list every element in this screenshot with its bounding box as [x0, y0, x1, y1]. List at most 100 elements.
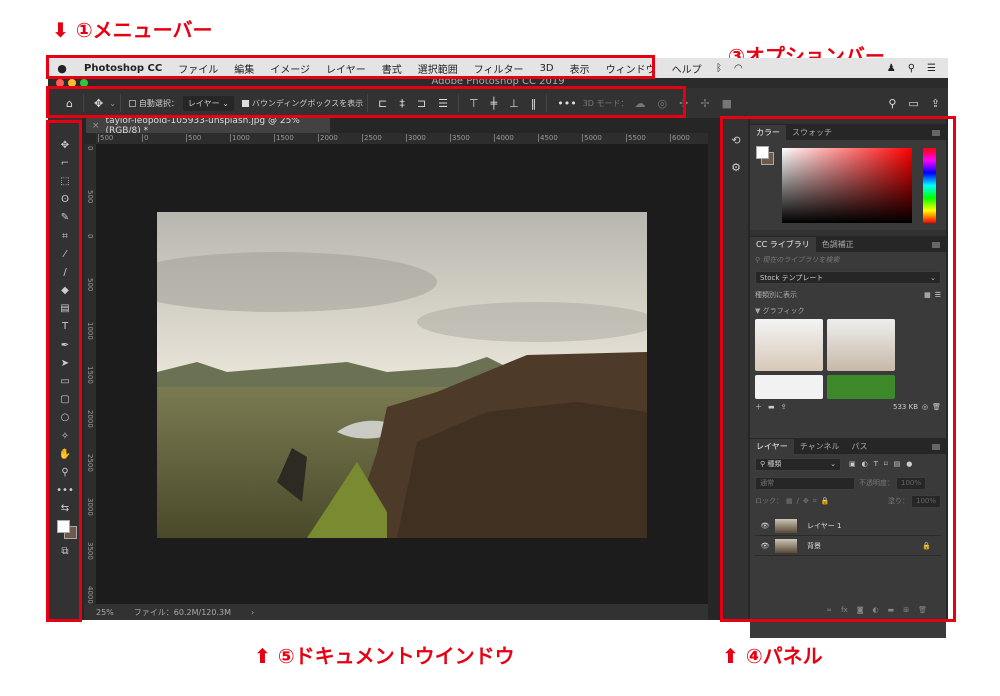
eye-icon[interactable]: 👁 — [755, 522, 775, 530]
align-right-icon[interactable]: ⊐ — [417, 97, 426, 110]
panel-menu-icon[interactable] — [932, 242, 940, 248]
bounding-box-checkbox[interactable] — [241, 99, 249, 107]
rounded-rect-tool-icon[interactable]: ▢ — [48, 391, 82, 409]
menu-image[interactable]: イメージ — [262, 61, 318, 76]
link-icon[interactable]: ∞ — [826, 606, 832, 614]
workspace-icon[interactable]: ▭ — [908, 97, 918, 110]
marquee-tool-icon[interactable]: ⬚ — [48, 172, 82, 190]
3d-pan-icon[interactable]: ✣ — [679, 97, 688, 110]
horizontal-ruler[interactable]: 500 0 500 1000 1500 2000 2500 3000 3500 4000 4500 5… — [96, 133, 708, 144]
3d-orbit-icon[interactable]: ☁ — [635, 97, 646, 110]
file-info[interactable]: ファイル：60.2M/120.3M — [134, 607, 231, 618]
align-vcenter-icon[interactable]: ╪ — [491, 97, 498, 110]
grid-view-icon[interactable]: ▦ — [924, 291, 931, 299]
user-icon[interactable]: ♟ — [887, 63, 896, 74]
distribute-h-icon[interactable]: ‖ — [531, 97, 537, 110]
pen-tool-icon[interactable]: ✒ — [48, 336, 82, 354]
eraser-tool-icon[interactable]: ◆ — [48, 282, 82, 300]
view-by-dropdown[interactable]: 種類別に表示 — [755, 290, 797, 300]
properties-icon[interactable]: ⚙ — [724, 161, 748, 174]
crop-tool-icon[interactable]: ⌗ — [48, 227, 82, 245]
menu-type[interactable]: 書式 — [374, 61, 410, 76]
tab-color[interactable]: カラー — [750, 125, 786, 140]
filter-pixel-icon[interactable]: ▣ — [849, 460, 856, 468]
chevron-right-icon[interactable]: › — [251, 608, 254, 617]
rectangle-tool-icon[interactable]: ▭ — [48, 372, 82, 390]
tab-paths[interactable]: パス — [846, 439, 874, 454]
bluetooth-icon[interactable]: ᛒ — [716, 63, 722, 74]
home-icon[interactable]: ⌂ — [66, 97, 73, 110]
eye-icon[interactable]: 👁 — [755, 542, 775, 550]
tab-swatches[interactable]: スウォッチ — [786, 125, 838, 140]
vertical-ruler[interactable]: 0 500 0 500 1000 1500 2000 2500 3000 3500 4000 — [84, 144, 96, 604]
library-thumbnail[interactable] — [755, 319, 823, 371]
menu-app[interactable]: Photoshop CC — [76, 63, 170, 74]
more-options-button[interactable]: ••• — [557, 97, 576, 110]
chevron-down-icon[interactable]: ⌄ — [109, 99, 116, 108]
tab-channels[interactable]: チャンネル — [794, 439, 846, 454]
group-icon[interactable]: ▬ — [888, 606, 895, 614]
hand-tool-icon[interactable]: ✋ — [48, 445, 82, 463]
lock-artboard-icon[interactable]: ⌗ — [813, 497, 817, 506]
layer-row[interactable]: 👁 背景 🔒 — [755, 536, 941, 556]
custom-shape-tool-icon[interactable]: ✧ — [48, 427, 82, 445]
panel-menu-icon[interactable] — [932, 444, 940, 450]
blend-mode-select[interactable]: 通常 — [755, 476, 855, 490]
type-tool-icon[interactable]: T — [48, 318, 82, 336]
apple-icon[interactable]: ● — [48, 62, 76, 75]
3d-slide-icon[interactable]: ✢ — [700, 97, 709, 110]
zoom-level[interactable]: 25% — [96, 608, 114, 617]
ellipse-tool-icon[interactable]: ○ — [48, 409, 82, 427]
list-view-icon[interactable]: ☰ — [935, 291, 941, 299]
share-icon[interactable]: ⇪ — [931, 97, 940, 110]
graphics-section[interactable]: ▼ グラフィック — [750, 303, 946, 319]
distribute-icon[interactable]: ☰ — [438, 97, 448, 110]
align-left-icon[interactable]: ⊏ — [378, 97, 387, 110]
history-icon[interactable]: ⟲ — [724, 134, 748, 147]
quick-select-tool-icon[interactable]: ✎ — [48, 209, 82, 227]
lock-position-icon[interactable]: ✥ — [803, 497, 809, 505]
filter-toggle[interactable]: ● — [906, 460, 912, 468]
document-image[interactable] — [157, 212, 647, 538]
lock-all-icon[interactable]: 🔒 — [821, 497, 830, 505]
tab-adjustments[interactable]: 色調補正 — [816, 237, 860, 252]
filter-adjustment-icon[interactable]: ◐ — [862, 460, 868, 468]
foreground-color-swatch[interactable] — [57, 519, 70, 533]
artboard-tool-icon[interactable]: ⌐ — [48, 154, 82, 172]
color-swatches[interactable] — [48, 518, 82, 542]
trash-icon[interactable]: 🗑 — [932, 403, 941, 411]
mask-icon[interactable]: ◙ — [857, 606, 864, 614]
more-tools-icon[interactable]: ••• — [48, 482, 82, 500]
hue-slider[interactable] — [923, 148, 936, 223]
new-layer-icon[interactable]: ⊞ — [903, 606, 909, 614]
library-thumbnail[interactable] — [827, 375, 895, 399]
layer-filter-select[interactable]: ⚲ 種類 ⌄ — [755, 457, 841, 471]
lock-transparent-icon[interactable]: ▦ — [786, 497, 793, 505]
menu-view[interactable]: 表示 — [562, 61, 598, 76]
3d-camera-icon[interactable]: ■ — [722, 97, 732, 110]
panel-menu-icon[interactable] — [932, 130, 940, 136]
menu-edit[interactable]: 編集 — [226, 61, 262, 76]
gradient-tool-icon[interactable]: ▤ — [48, 300, 82, 318]
wifi-icon[interactable]: ◠ — [734, 63, 743, 74]
library-thumbnail[interactable] — [827, 319, 895, 371]
library-thumbnail[interactable] — [755, 375, 823, 399]
add-icon[interactable]: ＋ — [755, 402, 762, 412]
close-tab-icon[interactable]: × — [92, 121, 100, 131]
menu-filter[interactable]: フィルター — [466, 61, 532, 76]
path-select-tool-icon[interactable]: ➤ — [48, 354, 82, 372]
align-hcenter-icon[interactable]: ‡ — [399, 97, 405, 110]
lock-image-icon[interactable]: / — [797, 497, 799, 505]
swap-colors-icon[interactable]: ⇆ — [48, 500, 82, 518]
library-select[interactable]: Stock テンプレート ⌄ — [755, 271, 941, 284]
align-bottom-icon[interactable]: ⊥ — [509, 97, 519, 110]
lasso-tool-icon[interactable]: ʘ — [48, 191, 82, 209]
document-tab[interactable]: × taylor-leopold-105933-unsplash.jpg @ 2… — [86, 116, 330, 136]
move-tool-icon[interactable]: ✥ — [48, 136, 82, 154]
brush-tool-icon[interactable]: / — [48, 263, 82, 281]
menu-3d[interactable]: 3D — [532, 63, 562, 74]
align-top-icon[interactable]: ⊤ — [469, 97, 479, 110]
filter-shape-icon[interactable]: ⌑ — [884, 460, 888, 468]
fill-input[interactable]: 100% — [910, 494, 941, 508]
folder-icon[interactable]: ▬ — [768, 403, 775, 411]
